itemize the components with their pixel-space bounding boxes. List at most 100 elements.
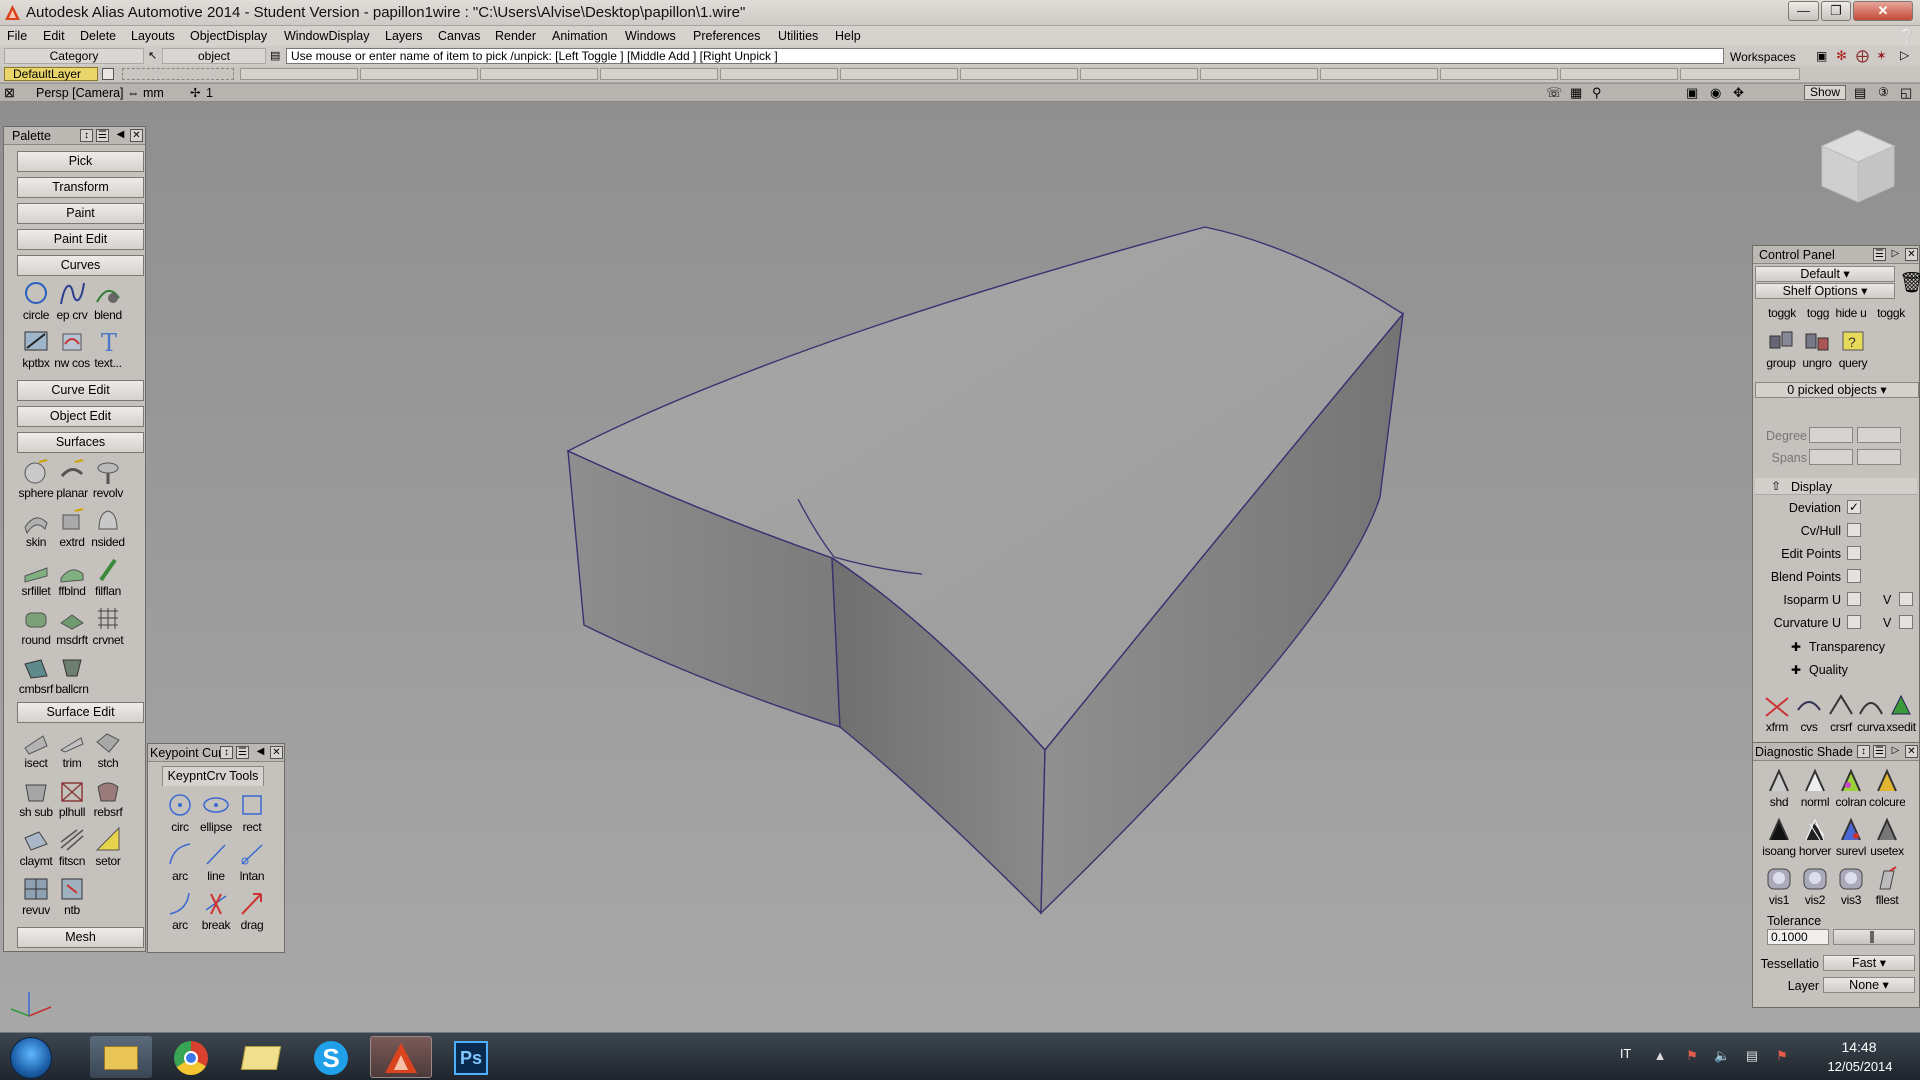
paint-button[interactable]: Paint	[17, 203, 144, 224]
layer-slot[interactable]	[1200, 68, 1318, 80]
layer-slot[interactable]	[1440, 68, 1558, 80]
photoshop-taskbar-icon[interactable]: Ps	[440, 1036, 502, 1078]
default-dropdown[interactable]: Default ▾	[1755, 266, 1895, 282]
layer-slot[interactable]	[720, 68, 838, 80]
shell-sub-tool[interactable]: sh sub	[18, 775, 54, 823]
layer-dropdown[interactable]: None ▾	[1823, 977, 1915, 993]
kp-line-tangent-tool[interactable]: lntan	[234, 839, 270, 887]
isoangle-tool[interactable]: isoang	[1761, 814, 1797, 862]
keypoint-tab[interactable]: KeypntCrv Tools	[162, 766, 264, 786]
edit-points-checkbox[interactable]	[1847, 546, 1861, 560]
query-tool[interactable]: ? query	[1835, 326, 1871, 374]
cmbsrf-tool[interactable]: cmbsrf	[18, 652, 54, 700]
display-section-header[interactable]: ⇧ Display	[1755, 478, 1917, 495]
transparency-section[interactable]: Transparency	[1809, 640, 1885, 654]
prompt-menu-icon[interactable]: ▤	[270, 49, 280, 62]
xsedit-tool[interactable]: xsedit	[1883, 690, 1919, 738]
layer-slot[interactable]	[240, 68, 358, 80]
curve-edit-button[interactable]: Curve Edit	[17, 380, 144, 401]
fitscn-tool[interactable]: fitscn	[54, 824, 90, 872]
palette-collapse-icon[interactable]: ◀	[114, 129, 127, 142]
degree-input[interactable]	[1809, 427, 1853, 443]
volume-icon[interactable]: 🔈	[1714, 1048, 1730, 1064]
horizontal-vertical-tool[interactable]: horver	[1797, 814, 1833, 862]
minimize-button[interactable]: —	[1788, 1, 1819, 21]
skin-tool[interactable]: skin	[18, 505, 54, 553]
expand-icon[interactable]: ▷	[1900, 48, 1909, 62]
menu-render[interactable]: Render	[495, 29, 536, 43]
shaded-tool[interactable]: shd	[1761, 765, 1797, 813]
toggle-tool[interactable]: toggk	[1873, 298, 1909, 320]
language-indicator[interactable]: IT	[1620, 1047, 1631, 1061]
zoom-icon[interactable]: ⚲	[1592, 85, 1602, 101]
surface-edit-button[interactable]: Surface Edit	[17, 702, 144, 723]
curvature-u-checkbox[interactable]	[1847, 615, 1861, 629]
layer-slot[interactable]	[1560, 68, 1678, 80]
layer-visibility-checkbox[interactable]	[102, 68, 114, 80]
object-field[interactable]: object	[162, 48, 266, 64]
diagnostic-close-icon[interactable]: ✕	[1905, 745, 1918, 758]
fit-view-icon[interactable]: ▣	[1686, 85, 1698, 101]
show-button[interactable]: Show	[1804, 85, 1846, 100]
model-view[interactable]	[0, 102, 1920, 1032]
picked-objects-dropdown[interactable]: 0 picked objects ▾	[1755, 382, 1919, 398]
kp-rect-tool[interactable]: rect	[234, 790, 270, 838]
plhull-tool[interactable]: plhull	[54, 775, 90, 823]
menu-layouts[interactable]: Layouts	[131, 29, 175, 43]
crvnet-tool[interactable]: crvnet	[90, 603, 126, 651]
menu-delete[interactable]: Delete	[80, 29, 116, 43]
viewport-close-icon[interactable]: ⊠	[4, 85, 15, 101]
claymt-tool[interactable]: claymt	[18, 824, 54, 872]
menu-canvas[interactable]: Canvas	[438, 29, 480, 43]
menu-windowdisplay[interactable]: WindowDisplay	[284, 29, 369, 43]
keypoint-collapse-icon[interactable]: ◀	[254, 746, 267, 759]
kp-drag-tool[interactable]: drag	[234, 888, 270, 936]
curves-button[interactable]: Curves	[17, 255, 144, 276]
toggle-tool[interactable]: togg	[1801, 298, 1835, 320]
shelf-options-dropdown[interactable]: Shelf Options ▾	[1755, 283, 1895, 299]
color-random-tool[interactable]: colran	[1833, 765, 1869, 813]
layer-slot[interactable]	[1320, 68, 1438, 80]
ungroup-tool[interactable]: ungro	[1799, 326, 1835, 374]
srfillet-tool[interactable]: srfillet	[18, 554, 54, 602]
move-icon[interactable]: ✥	[1733, 85, 1744, 101]
vis3-tool[interactable]: vis3	[1833, 863, 1869, 911]
alias-taskbar-icon[interactable]	[370, 1036, 432, 1078]
keypoint-layout-icon[interactable]: ↕	[220, 746, 233, 759]
keypoint-menu-icon[interactable]: ☰	[236, 746, 249, 759]
workspace-icon[interactable]: ▣	[1816, 49, 1827, 63]
kp-ellipse-tool[interactable]: ellipse	[198, 790, 234, 838]
quality-section[interactable]: Quality	[1809, 663, 1848, 677]
kp-arc2-tool[interactable]: arc	[162, 888, 198, 936]
object-edit-button[interactable]: Object Edit	[17, 406, 144, 427]
isoparm-u-checkbox[interactable]	[1847, 592, 1861, 606]
menu-help[interactable]: Help	[835, 29, 861, 43]
setor-tool[interactable]: setor	[90, 824, 126, 872]
group-tool[interactable]: group	[1763, 326, 1799, 374]
category-field[interactable]: Category	[4, 48, 144, 64]
menu-file[interactable]: File	[7, 29, 27, 43]
fillet-test-tool[interactable]: fllest	[1869, 863, 1905, 911]
spans-input-2[interactable]	[1857, 449, 1901, 465]
layer-slot[interactable]	[1680, 68, 1800, 80]
maximize-button[interactable]: ❐	[1821, 1, 1851, 21]
ballcrn-tool[interactable]: ballcrn	[54, 652, 90, 700]
menu-preferences[interactable]: Preferences	[693, 29, 760, 43]
tolerance-input[interactable]: 0.1000	[1767, 929, 1829, 945]
clock-time[interactable]: 14:48	[1820, 1039, 1898, 1055]
cv-hull-checkbox[interactable]	[1847, 523, 1861, 537]
menu-objectdisplay[interactable]: ObjectDisplay	[190, 29, 267, 43]
ffblend-tool[interactable]: ffblnd	[54, 554, 90, 602]
control-panel-close-icon[interactable]: ✕	[1905, 248, 1918, 261]
mesh-button[interactable]: Mesh	[17, 927, 144, 948]
menu-animation[interactable]: Animation	[552, 29, 608, 43]
diagnostic-layout-icon[interactable]: ↕	[1857, 745, 1870, 758]
diagnostic-expand-icon[interactable]: ▷	[1889, 745, 1902, 758]
layer-slot[interactable]	[360, 68, 478, 80]
surface-eval-tool[interactable]: surevl	[1833, 814, 1869, 862]
menu-utilities[interactable]: Utilities	[778, 29, 818, 43]
help-cursor-icon[interactable]: ❔	[1899, 28, 1916, 45]
trash-icon[interactable]: 🗑	[1899, 270, 1920, 295]
diagnostic-menu-icon[interactable]: ☰	[1873, 745, 1886, 758]
menu-edit[interactable]: Edit	[43, 29, 65, 43]
